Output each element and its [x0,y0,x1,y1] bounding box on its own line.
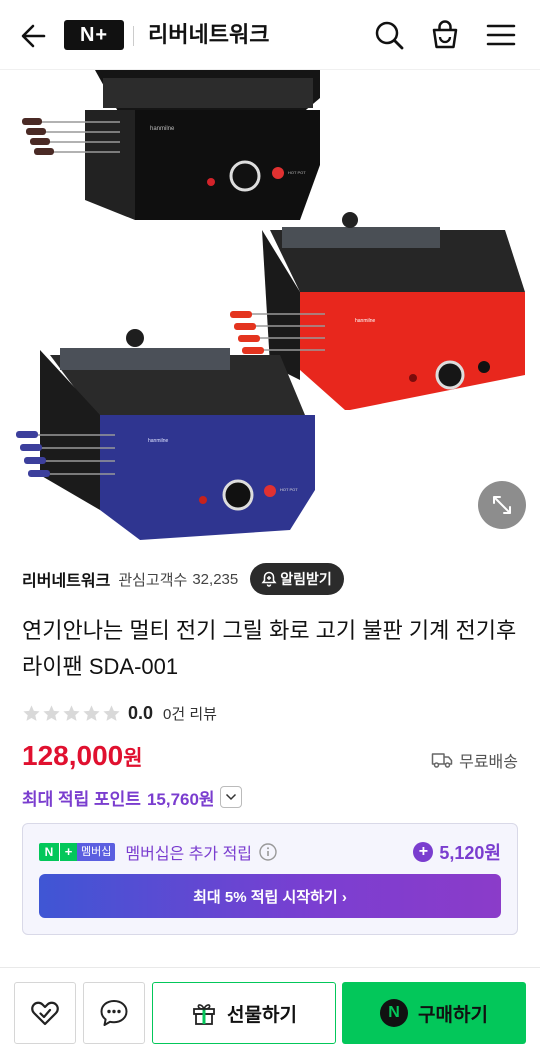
star-rating [22,704,122,723]
expand-image-button[interactable] [478,481,526,529]
seller-row: 리버네트워크 관심고객수 32,235 알림받기 [22,562,518,596]
alarm-label: 알림받기 [280,571,332,587]
points-label: 최대 적립 포인트 [22,789,141,809]
fan-count-label: 관심고객수 [118,571,188,589]
shopping-bag-icon[interactable] [428,18,462,52]
shipping-text: 무료배송 [459,754,518,771]
price-amount: 128,000 [22,740,124,771]
shipping-info: 무료배송 [431,748,518,772]
gift-label: 선물하기 [227,1004,297,1026]
gift-icon [193,1004,215,1025]
header-divider [133,26,134,46]
svg-text:hanmilne: hanmilne [150,126,175,132]
alarm-subscribe-button[interactable]: 알림받기 [250,563,344,595]
chevron-down-icon [225,793,236,801]
membership-box: N + 멤버십 멤버십은 추가 적립 + 5,120원 최대 5% 적립 시작하… [22,823,518,935]
badge-n: N [39,843,59,861]
bottom-action-bar: 선물하기 N 구매하기 [0,967,540,1061]
svg-text:hanmilne: hanmilne [355,318,376,324]
hamburger-menu-icon[interactable] [484,18,518,52]
chat-bubble-icon [100,1000,128,1026]
blue-grill: hanmilne HOT POT [16,329,315,540]
rating-row: 0.0 0건 리뷰 [22,700,217,726]
black-grill: hanmilne HOT POT [22,70,320,220]
info-icon[interactable] [258,842,278,862]
price: 128,000원 [22,740,143,772]
membership-text: 멤버십은 추가 적립 [125,846,253,863]
truck-icon [431,753,453,768]
price-row: 128,000원 무료배송 [22,740,518,780]
expand-icon [493,496,511,514]
zzim-like-button[interactable] [14,982,76,1044]
heart-check-icon [31,1001,59,1026]
gift-button[interactable]: 선물하기 [152,982,336,1044]
product-image[interactable]: hanmilne HOT POT hanmilne hanmilne HOT P… [0,70,540,550]
star-icon [103,704,120,721]
talktalk-chat-button[interactable] [83,982,145,1044]
back-arrow-icon[interactable] [18,20,50,52]
bell-plus-icon [261,571,277,587]
npay-icon: N [380,999,409,1027]
star-icon [43,704,60,721]
badge-plus: + [59,843,77,861]
naver-membership-badge: N + 멤버십 [39,843,116,861]
membership-amount: + 5,120원 [413,839,501,865]
grill-illustration: hanmilne HOT POT hanmilne hanmilne HOT P… [16,70,525,540]
rating-value: 0.0 [128,702,154,723]
naver-plus-logo[interactable]: N+ [64,20,124,50]
seller-name[interactable]: 리버네트워크 [22,567,110,591]
review-count-link[interactable]: 0건 리뷰 [163,703,217,724]
svg-text:HOT POT: HOT POT [280,487,298,492]
points-value: 15,760원 [146,789,215,809]
product-title: 연기안나는 멀티 전기 그릴 화로 고기 불판 기계 전기후라이팬 SDA-00… [22,618,517,679]
points-toggle-button[interactable] [219,786,242,808]
search-icon[interactable] [372,18,406,52]
points-row[interactable]: 최대 적립 포인트 15,760원 [22,783,242,811]
membership-info-row: N + 멤버십 멤버십은 추가 적립 + 5,120원 [39,840,501,864]
buy-label: 구매하기 [418,1004,488,1026]
plus-circle-icon: + [413,842,434,862]
top-header: N+ 리버네트워크 [0,0,540,70]
buy-button[interactable]: N 구매하기 [342,982,526,1044]
store-title[interactable]: 리버네트워크 [148,20,269,50]
svg-text:hanmilne: hanmilne [148,438,169,444]
star-icon [23,704,40,721]
star-icon [63,704,80,721]
price-unit: 원 [123,747,143,770]
star-icon [83,704,100,721]
membership-amount-value: 5,120원 [439,843,501,863]
fan-count: 32,235 [192,570,239,588]
membership-start-button[interactable]: 최대 5% 적립 시작하기 › [39,874,501,918]
badge-tag: 멤버십 [77,843,116,861]
svg-text:HOT POT: HOT POT [288,170,306,175]
